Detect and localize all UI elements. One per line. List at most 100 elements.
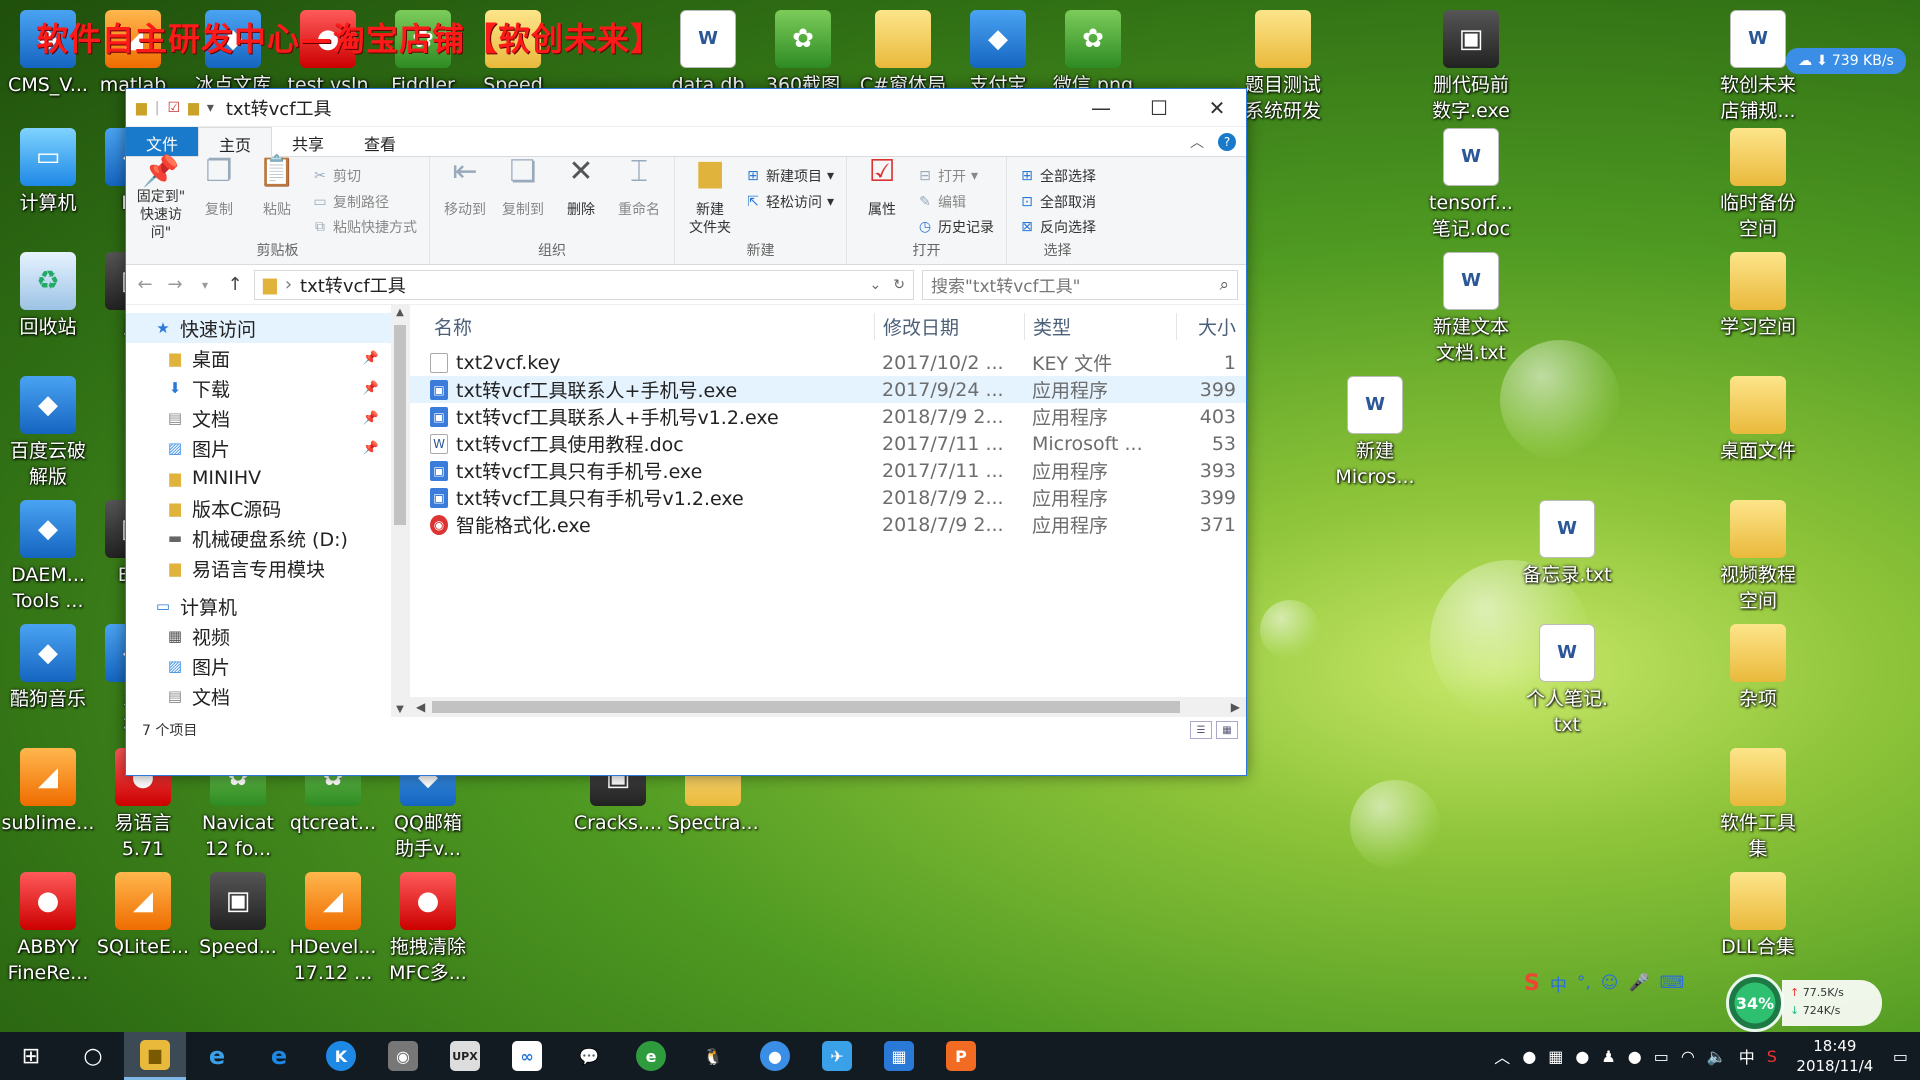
sogou-icon[interactable]: S [1767,1047,1777,1066]
nav-item[interactable]: ▆ 版本C源码 [126,493,409,523]
pin-icon[interactable]: 📌 [363,381,379,396]
pin-icon[interactable]: 📌 [363,411,379,426]
show-hidden-icons-chevron[interactable]: ︿ [1494,1044,1510,1068]
desktop-icon[interactable]: ✿ 360截图 [755,10,851,98]
nav-item[interactable]: ▦ 视频 [126,621,409,651]
close-button[interactable]: ✕ [1188,89,1246,127]
properties-check-icon[interactable]: ☑ [168,100,181,116]
help-icon[interactable]: ? [1218,132,1236,151]
desktop-icon[interactable]: ▭ 计算机 [0,128,96,216]
horizontal-scrollbar[interactable]: ◀ ▶ [410,697,1246,717]
title-bar[interactable]: ▆ | ☑ ▆ ▾ txt转vcf工具 — ☐ ✕ [126,89,1246,127]
nav-item[interactable]: ▬ 机械硬盘系统 (D:) [126,523,409,553]
address-bar[interactable]: ▆ › txt转vcf工具 ⌄ ↻ [254,269,914,300]
desktop-icon[interactable]: ◆ 酷狗音乐 [0,624,96,712]
scroll-down-icon[interactable]: ▼ [391,704,409,715]
column-header-type[interactable]: 类型 [1024,313,1176,340]
nav-item[interactable]: ▤ 文档 [126,681,409,711]
desktop-icon[interactable]: 临时备份 空间 [1710,128,1806,242]
forward-arrow-icon[interactable]: → [164,274,186,295]
file-row[interactable]: Wtxt转vcf工具使用教程.doc 2017/7/11 ... Microsoft… [410,430,1246,457]
nav-item[interactable]: ▨ 图片 📌 [126,433,409,463]
pin-to-quick-access-button[interactable]: 📌 固定到" 快速访问" [132,157,190,242]
notification-center-icon[interactable]: ▭ [1893,1047,1908,1066]
battery-icon[interactable]: ▭ [1654,1047,1669,1066]
column-header-date[interactable]: 修改日期 [874,313,1024,340]
tray-app-icon[interactable]: ● [1575,1047,1589,1066]
desktop-icon[interactable]: ▣ Speed... [190,872,286,960]
minimize-button[interactable]: — [1072,89,1130,127]
volume-icon[interactable]: 🔈 [1707,1047,1727,1066]
desktop-icon[interactable]: Wtensorf... 笔记.doc [1423,128,1519,242]
up-arrow-icon[interactable]: ↑ [224,274,246,295]
presentation-icon[interactable]: P [930,1032,992,1080]
back-arrow-icon[interactable]: ← [134,274,156,295]
desktop-icon[interactable]: 题目测试 系统研发 [1235,10,1331,124]
nav-item[interactable]: ★ 快速访问 [126,313,409,343]
app-icon[interactable]: ◉ [372,1032,434,1080]
cortana-search-icon[interactable]: ○ [62,1032,124,1080]
file-row[interactable]: ▣ txt转vcf工具联系人+手机号v1.2.exe 2018/7/9 2... 应用… [410,403,1246,430]
move-to-button[interactable]: ⇤ 移动到 [436,157,494,242]
store-icon[interactable]: ▦ [868,1032,930,1080]
app-icon[interactable]: ● [744,1032,806,1080]
easy-access-button[interactable]: ⇱ 轻松访问 ▾ [745,191,834,213]
tab-share[interactable]: 共享 [272,127,344,156]
tab-view[interactable]: 查看 [344,127,416,156]
nav-item[interactable]: ▭ 计算机 [126,591,409,621]
recent-locations-icon[interactable]: ▾ [194,278,216,292]
desktop-icon[interactable]: ◆ DAEM... Tools ... [0,500,96,614]
baidu-cloud-icon[interactable]: ∞ [496,1032,558,1080]
collapse-ribbon-icon[interactable]: ︿ [1190,132,1204,152]
qq-icon[interactable]: 🐧 [682,1032,744,1080]
customize-dropdown-icon[interactable]: ▾ [207,100,214,116]
tray-app-icon[interactable]: ▦ [1548,1047,1563,1066]
desktop-icon[interactable]: ● 拖拽清除 MFC多... [380,872,476,986]
paste-shortcut-button[interactable]: ⧉ 粘贴快捷方式 [312,216,417,238]
internet-explorer-icon[interactable]: e [186,1032,248,1080]
file-row[interactable]: txt2vcf.key 2017/10/2 ... KEY 文件 1 [410,349,1246,376]
scroll-left-icon[interactable]: ◀ [416,697,425,717]
wechat-icon[interactable]: 💬 [558,1032,620,1080]
details-view-icon[interactable]: ☰ [1190,721,1212,739]
wifi-icon[interactable]: ◠ [1681,1047,1695,1066]
paste-button[interactable]: 📋 粘贴 [248,157,306,242]
keyboard-icon[interactable]: ⌨ [1660,973,1685,993]
refresh-icon[interactable]: ↻ [893,277,905,293]
windows-start-icon[interactable]: ⊞ [0,1032,62,1080]
upx-icon[interactable]: UPX [434,1032,496,1080]
desktop-icon[interactable]: ◢ HDevel... 17.12 ... [285,872,381,986]
desktop-icon[interactable]: W 新建 Micros... [1327,376,1423,490]
scroll-thumb[interactable] [432,701,1180,713]
nav-item[interactable]: ▆ MINIHV [126,463,409,493]
desktop-icon[interactable]: 软件工具 集 [1710,748,1806,862]
punctuation-icon[interactable]: °, [1577,973,1591,993]
new-item-button[interactable]: ⊞ 新建项目 ▾ [745,165,834,187]
desktop-icon[interactable]: ● ABBYY FineRe... [0,872,96,986]
tray-app-icon[interactable]: ♟ [1601,1047,1615,1066]
tab-home[interactable]: 主页 [198,127,273,157]
desktop-icon[interactable]: ▣ 删代码前 数字.exe [1423,10,1519,124]
nav-item[interactable]: ⬇ 下载 📌 [126,373,409,403]
desktop-icon[interactable]: Wdata.db [660,10,756,98]
desktop-icon[interactable]: W 备忘录.txt [1519,500,1615,588]
copy-to-button[interactable]: ❏ 复制到 [494,157,552,242]
new-folder-button[interactable]: ▆ 新建 文件夹 [681,157,739,242]
desktop-icon[interactable]: ◆ 支付宝 [950,10,1046,98]
kugou-music-icon[interactable]: K [310,1032,372,1080]
scroll-up-icon[interactable]: ▲ [391,307,409,318]
search-input[interactable]: 搜索"txt转vcf工具" ⌕ [922,269,1238,300]
emoji-icon[interactable]: ☺ [1601,973,1619,993]
nav-scrollbar[interactable]: ▲ ▼ [391,305,409,717]
desktop-icon[interactable]: 杂项 [1710,624,1806,712]
column-header-size[interactable]: 大小 [1176,313,1236,340]
open-button[interactable]: ⊟ 打开 ▾ [917,165,994,187]
file-explorer-taskbar-icon[interactable]: ▆ [124,1032,186,1080]
memory-gauge[interactable]: 34% [1726,974,1784,1032]
file-row[interactable]: ▣ txt转vcf工具只有手机号.exe 2017/7/11 ... 应用程序 393 [410,457,1246,484]
file-row[interactable]: ▣ txt转vcf工具联系人+手机号.exe 2017/9/24 ... 应用程序 39… [410,376,1246,403]
search-icon[interactable]: ⌕ [1219,275,1229,295]
desktop-icon[interactable]: ♻ 回收站 [0,252,96,340]
nav-item[interactable]: ▆ 易语言专用模块 [126,553,409,583]
pin-icon[interactable]: 📌 [363,441,379,456]
